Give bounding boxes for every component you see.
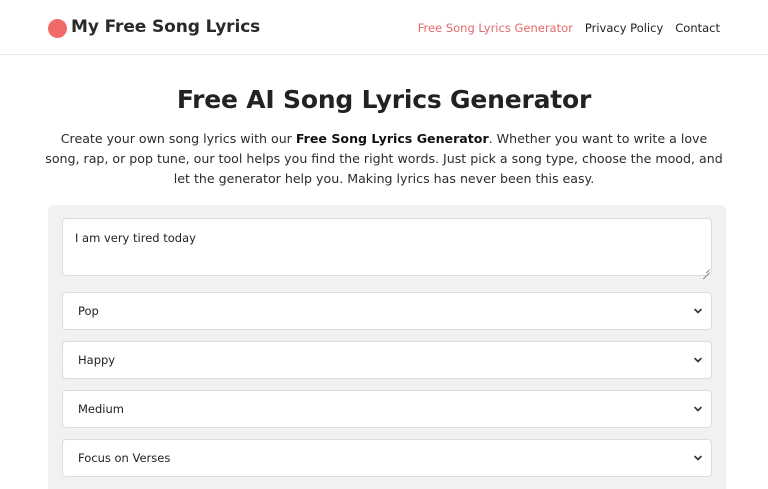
focus-select[interactable]: Focus on Verses bbox=[62, 439, 712, 477]
nav-link-generator[interactable]: Free Song Lyrics Generator bbox=[418, 21, 573, 35]
main-nav: Free Song Lyrics Generator Privacy Polic… bbox=[418, 21, 720, 35]
nav-link-contact[interactable]: Contact bbox=[675, 21, 720, 35]
intro-paragraph: Create your own song lyrics with our Fre… bbox=[44, 129, 724, 189]
intro-text-start: Create your own song lyrics with our bbox=[60, 131, 296, 146]
chevron-down-icon bbox=[694, 406, 702, 412]
mood-select-value: Happy bbox=[78, 353, 116, 367]
logo-icon[interactable] bbox=[48, 19, 67, 38]
chevron-down-icon bbox=[694, 455, 702, 461]
site-title[interactable]: My Free Song Lyrics bbox=[71, 17, 260, 37]
mood-select[interactable]: Happy bbox=[62, 341, 712, 379]
song-topic-textarea[interactable]: I am very tired today bbox=[62, 218, 712, 276]
nav-link-privacy-policy[interactable]: Privacy Policy bbox=[585, 21, 663, 35]
length-select-value: Medium bbox=[78, 402, 124, 416]
site-header: My Free Song Lyrics Free Song Lyrics Gen… bbox=[0, 0, 768, 55]
chevron-down-icon bbox=[694, 308, 702, 314]
genre-select-value: Pop bbox=[78, 304, 99, 318]
chevron-down-icon bbox=[694, 357, 702, 363]
focus-select-value: Focus on Verses bbox=[78, 451, 171, 465]
genre-select[interactable]: Pop bbox=[62, 292, 712, 330]
page-title: Free AI Song Lyrics Generator bbox=[176, 85, 592, 114]
length-select[interactable]: Medium bbox=[62, 390, 712, 428]
resize-handle-icon[interactable] bbox=[703, 266, 710, 273]
intro-bold-text: Free Song Lyrics Generator bbox=[295, 131, 489, 146]
